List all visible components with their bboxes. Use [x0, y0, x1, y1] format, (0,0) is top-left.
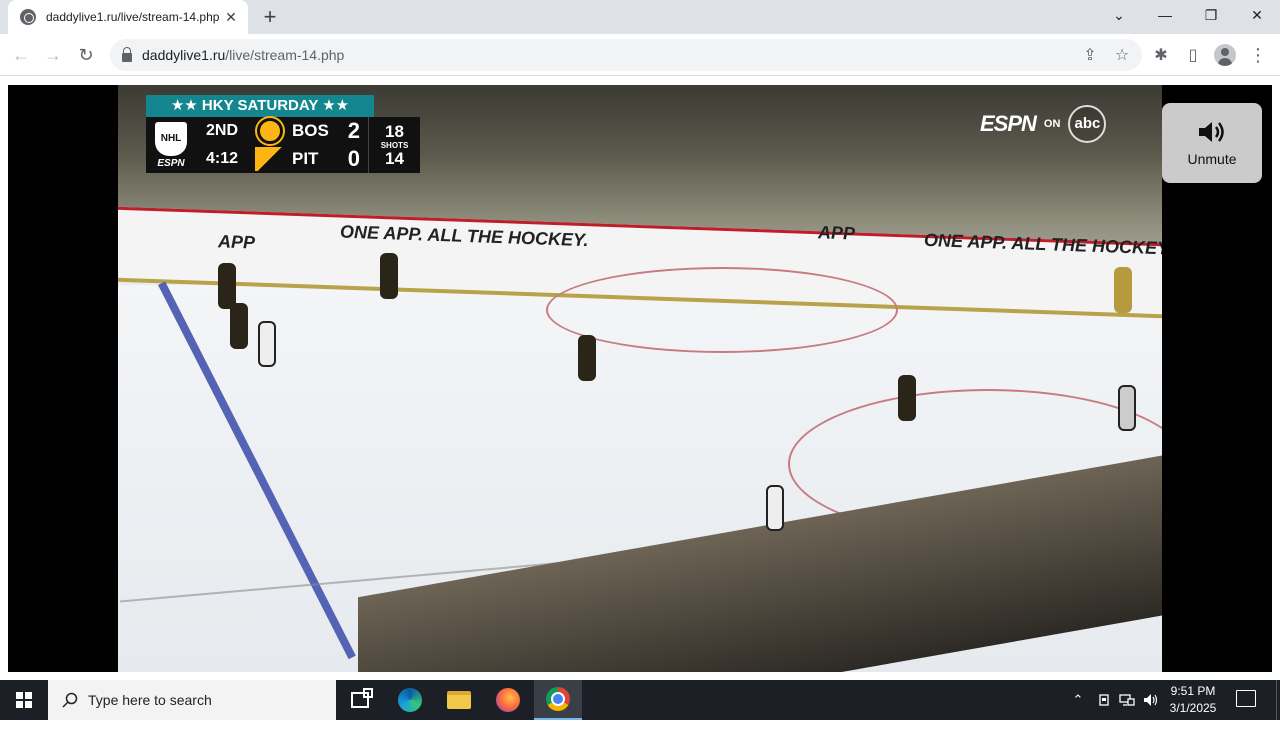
globe-icon: [20, 9, 36, 25]
bruins-logo-icon: [257, 118, 283, 144]
time-remaining: 4:12: [205, 150, 239, 167]
hockey-player: [258, 321, 276, 367]
device-icon[interactable]: [1094, 680, 1114, 720]
close-window-button[interactable]: ✕: [1234, 0, 1280, 30]
lock-icon[interactable]: [122, 46, 132, 62]
forward-button[interactable]: →: [40, 42, 66, 68]
bookmark-star-icon[interactable]: ☆: [1112, 45, 1132, 65]
chrome-taskbar-button[interactable]: [534, 680, 582, 720]
scorebug-header: ★★ HKY SATURDAY ★★: [146, 95, 374, 117]
show-desktop-button[interactable]: [1276, 680, 1280, 720]
file-explorer-icon: [447, 691, 471, 709]
avatar: [1214, 44, 1236, 66]
chrome-icon: [546, 687, 570, 711]
team-row-pit: PIT 0: [248, 145, 368, 173]
team-score: 2: [347, 118, 360, 143]
address-bar[interactable]: daddylive1.ru/live/stream-14.php ⇪ ☆: [110, 39, 1142, 71]
tray-expand-icon[interactable]: ⌃: [1068, 680, 1088, 720]
network-logo: ESPN ON abc: [980, 105, 1107, 143]
game-clock: 2ND 4:12: [196, 117, 248, 173]
network-icon[interactable]: [1116, 680, 1138, 720]
board-ad-app-left: APP: [218, 231, 256, 253]
explorer-taskbar-button[interactable]: [435, 680, 483, 720]
penguins-logo-icon: [255, 147, 285, 171]
unmute-label: Unmute: [1187, 151, 1237, 167]
espn-small-logo: ESPN: [157, 157, 185, 169]
scorebug: ★★ HKY SATURDAY ★★ NHL ESPN 2ND 4:12 BOS: [146, 95, 420, 173]
nhl-logo-icon: NHL: [155, 121, 187, 156]
page-content: APP ONE APP. ALL THE HOCKEY. APP ONE APP…: [0, 77, 1280, 733]
clock-time: 9:51 PM: [1170, 684, 1216, 698]
edge-taskbar-button[interactable]: [386, 680, 434, 720]
extensions-icon[interactable]: ✱: [1150, 44, 1172, 66]
search-placeholder: Type here to search: [88, 692, 212, 708]
clock-date: 3/1/2025: [1169, 701, 1217, 715]
new-tab-button[interactable]: +: [258, 4, 282, 30]
team-abbr: PIT: [292, 149, 319, 168]
hockey-player: [380, 253, 398, 299]
taskbar-clock[interactable]: 9:51 PM 3/1/2025: [1160, 683, 1226, 717]
menu-icon[interactable]: ⋮: [1247, 44, 1269, 66]
hockey-player: [766, 485, 784, 531]
unmute-button[interactable]: Unmute: [1162, 103, 1262, 183]
back-button[interactable]: ←: [8, 42, 34, 68]
team-score: 0: [347, 146, 360, 171]
url-host: daddylive1.ru: [142, 47, 226, 63]
scorebug-body: NHL ESPN 2ND 4:12 BOS 2 PIT 0 18 SHOTS 1…: [146, 117, 420, 173]
start-button[interactable]: [0, 680, 48, 720]
speaker-icon: [1199, 122, 1224, 142]
board-ad-app-right: APP: [818, 222, 856, 244]
volume-icon[interactable]: [1140, 680, 1162, 720]
share-icon[interactable]: ⇪: [1080, 45, 1100, 65]
minimize-button[interactable]: —: [1142, 0, 1188, 30]
tab-close-icon[interactable]: ✕: [222, 9, 240, 26]
team-row-bos: BOS 2: [248, 117, 368, 145]
firefox-taskbar-button[interactable]: [484, 680, 532, 720]
hockey-player: [230, 303, 248, 349]
tab-search-dropdown-icon[interactable]: ⌄: [1096, 0, 1142, 30]
restore-button[interactable]: ❐: [1188, 0, 1234, 30]
profile-icon[interactable]: [1214, 44, 1236, 66]
tab-title: daddylive1.ru/live/stream-14.php: [46, 10, 220, 24]
task-view-icon: [351, 688, 373, 708]
goalie: [1114, 267, 1132, 313]
video-player[interactable]: APP ONE APP. ALL THE HOCKEY. APP ONE APP…: [8, 85, 1272, 672]
taskbar-search[interactable]: Type here to search: [48, 680, 336, 720]
team-abbr: BOS: [292, 121, 329, 140]
notification-center-icon[interactable]: [1236, 690, 1256, 707]
on-text: ON: [1043, 118, 1061, 130]
hockey-player: [578, 335, 596, 381]
edge-icon: [398, 688, 422, 712]
windows-logo-icon: [16, 692, 32, 708]
shots-bos: 18: [385, 121, 404, 141]
center-circle: [546, 267, 898, 353]
url-path: /live/stream-14.php: [225, 47, 345, 63]
shots-pit: 14: [385, 148, 404, 168]
espn-logo: ESPN: [980, 111, 1037, 136]
url-text[interactable]: daddylive1.ru/live/stream-14.php: [142, 47, 344, 63]
search-icon: [62, 692, 78, 708]
task-view-button[interactable]: [336, 680, 384, 720]
period: 2ND: [205, 122, 238, 139]
referee: [1118, 385, 1136, 431]
side-panel-icon[interactable]: ▯: [1182, 44, 1204, 66]
browser-tab[interactable]: daddylive1.ru/live/stream-14.php ✕: [8, 0, 248, 34]
hockey-player: [218, 263, 236, 309]
hockey-player: [898, 375, 916, 421]
reload-button[interactable]: ↻: [73, 42, 99, 68]
firefox-icon: [496, 688, 520, 712]
tab-strip: daddylive1.ru/live/stream-14.php ✕ + ⌄ —…: [0, 0, 1280, 34]
team-scores: BOS 2 PIT 0: [248, 117, 368, 173]
browser-toolbar: ← → ↻ daddylive1.ru/live/stream-14.php ⇪…: [0, 34, 1280, 76]
abc-logo: abc: [1068, 105, 1107, 143]
shots-column: 18 SHOTS 14: [368, 117, 420, 173]
scorebug-logos: NHL ESPN: [146, 117, 196, 173]
windows-taskbar: Type here to search ⌃ 9:51 PM 3/1/2025: [0, 680, 1280, 720]
board-ad-text-1: ONE APP. ALL THE HOCKEY.: [340, 221, 589, 251]
video-frame[interactable]: APP ONE APP. ALL THE HOCKEY. APP ONE APP…: [118, 85, 1162, 672]
